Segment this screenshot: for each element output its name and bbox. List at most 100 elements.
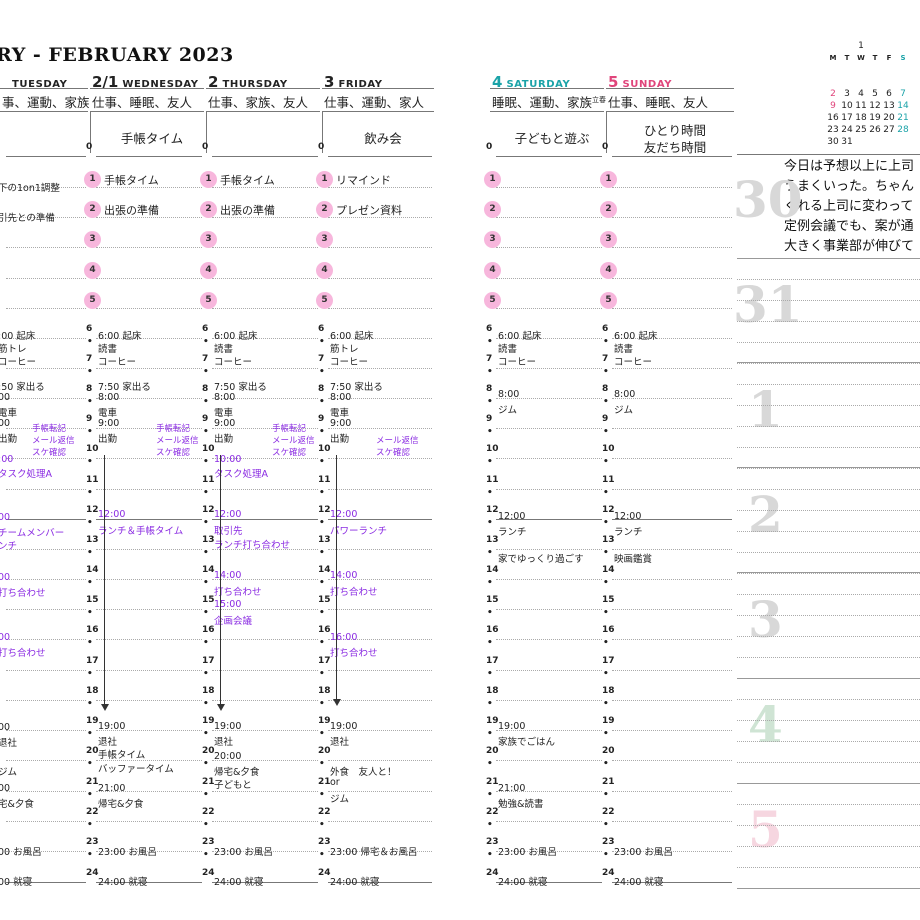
half-hour-dot: • bbox=[487, 790, 493, 800]
schedule-entry: 00 就寝 bbox=[0, 877, 33, 888]
task-item: 出張の準備 bbox=[220, 204, 275, 217]
half-hour-dot: • bbox=[487, 488, 493, 498]
hour-rule bbox=[212, 308, 318, 309]
calendar-day: 25 bbox=[855, 125, 867, 135]
schedule-entry: 10:00 bbox=[214, 454, 242, 465]
schedule-entry: 00 bbox=[0, 572, 11, 583]
day-header-rule-1 bbox=[90, 88, 204, 89]
hour-label: 17 bbox=[318, 656, 331, 666]
schedule-entry: 帰宅&夕食 bbox=[98, 799, 144, 810]
hour-circle: 1 bbox=[200, 171, 217, 188]
schedule-entry: 読書 bbox=[98, 344, 118, 355]
hour-label: 6 bbox=[486, 324, 493, 334]
hour-rule bbox=[612, 609, 732, 610]
schedule-entry: スケ確認 bbox=[272, 448, 307, 458]
half-hour-dot: • bbox=[603, 578, 609, 588]
mini-calendar-head: MTWTFS bbox=[826, 52, 910, 64]
schedule-entry: 電車 bbox=[214, 408, 234, 419]
calendar-day: 28 bbox=[897, 125, 909, 135]
half-hour-dot: • bbox=[487, 427, 493, 437]
schedule-entry: 12:00 bbox=[498, 511, 526, 522]
hour-rule bbox=[612, 428, 732, 429]
schedule-entry: 23:00 お風呂 bbox=[498, 847, 557, 858]
hour-circle: 4 bbox=[84, 262, 101, 279]
schedule-entry: 打ち合わせ bbox=[330, 587, 378, 598]
schedule-entry: 12:00 bbox=[98, 509, 126, 520]
journal-rule bbox=[737, 552, 920, 553]
hour-label: 8 bbox=[202, 384, 209, 394]
half-hour-dot: • bbox=[87, 699, 93, 709]
half-hour-dot: • bbox=[487, 548, 493, 558]
schedule-entry: ランチ＆手帳タイム bbox=[98, 526, 184, 537]
hour-label: 10 bbox=[86, 444, 99, 454]
schedule-entry: 8:00 bbox=[214, 392, 236, 403]
half-hour-dot: • bbox=[319, 367, 325, 377]
journal-day-rule bbox=[737, 362, 920, 363]
half-hour-dot: • bbox=[87, 608, 93, 618]
hour-circle: 2 bbox=[600, 201, 617, 218]
schedule-entry: 00 bbox=[0, 418, 11, 429]
journal-rule bbox=[737, 300, 920, 301]
half-hour-dot: • bbox=[319, 608, 325, 618]
hour-label: 13 bbox=[202, 535, 215, 545]
schedule-entry: 23:00 お風呂 bbox=[614, 847, 673, 858]
hour-rule bbox=[212, 700, 318, 701]
day-header-rule-3 bbox=[322, 88, 434, 89]
hour-label: 7 bbox=[318, 354, 325, 364]
hour-label: 16 bbox=[486, 625, 499, 635]
weekday-label: F bbox=[886, 54, 892, 62]
hour-rule bbox=[496, 579, 602, 580]
mini-calendar-week bbox=[826, 64, 910, 76]
hour-label: 19 bbox=[86, 716, 99, 726]
schedule-entry: 19:00 bbox=[330, 721, 358, 732]
half-hour-dot: • bbox=[319, 820, 325, 830]
calendar-day: 5 bbox=[872, 89, 878, 99]
hour-rule bbox=[328, 700, 432, 701]
hour-label: 22 bbox=[602, 807, 615, 817]
schedule-entry: 打ち合わせ bbox=[214, 587, 262, 598]
journal-top-rule bbox=[737, 154, 920, 155]
half-hour-dot: • bbox=[319, 699, 325, 709]
schedule-entry: 9:00 bbox=[98, 418, 120, 429]
journal-rule bbox=[737, 699, 920, 700]
hour-label: 18 bbox=[318, 686, 331, 696]
day-focus-5-1: 友だち時間 bbox=[643, 140, 707, 155]
hour-circle: 5 bbox=[316, 292, 333, 309]
hour-rule bbox=[496, 217, 602, 218]
hour-rule bbox=[96, 821, 202, 822]
calendar-day: 16 bbox=[827, 113, 839, 123]
schedule-entry: バッファータイム bbox=[98, 764, 174, 775]
hour-rule bbox=[96, 670, 202, 671]
schedule-entry: 外食 友人と！ bbox=[330, 767, 397, 778]
hour-label: 14 bbox=[486, 565, 499, 575]
hour-label: 19 bbox=[602, 716, 615, 726]
schedule-entry: 23:00 帰宅＆お風呂 bbox=[330, 847, 418, 858]
hour-label: 12 bbox=[486, 505, 499, 515]
day-header-rule-0 bbox=[0, 88, 88, 89]
half-hour-dot: • bbox=[603, 790, 609, 800]
hour-label: 14 bbox=[602, 565, 615, 575]
weekday-label: M bbox=[829, 54, 837, 62]
schedule-entry: スケ確認 bbox=[376, 448, 411, 458]
schedule-entry: 手帳タイム bbox=[98, 750, 146, 761]
hour-label: 11 bbox=[86, 475, 99, 485]
schedule-entry: 20:00 bbox=[214, 751, 242, 762]
task-item: 手帳タイム bbox=[104, 174, 159, 187]
hour-label: 9 bbox=[318, 414, 325, 424]
hour-rule bbox=[328, 308, 432, 309]
hour-circle: 2 bbox=[484, 201, 501, 218]
journal-rule bbox=[737, 279, 920, 280]
hour-rule bbox=[212, 489, 318, 490]
hour-label: 24 bbox=[486, 868, 499, 878]
schedule-entry: 電車 bbox=[98, 408, 118, 419]
journal-rule bbox=[737, 867, 920, 868]
journal-rule bbox=[737, 468, 920, 469]
calendar-day: 24 bbox=[841, 125, 853, 135]
hour-rule bbox=[96, 247, 202, 248]
schedule-entry: 取引先 bbox=[214, 526, 243, 537]
hour-rule bbox=[496, 308, 602, 309]
half-hour-dot: • bbox=[203, 488, 209, 498]
schedule-entry: 6:00 起床 bbox=[214, 331, 258, 342]
half-hour-dot: • bbox=[319, 638, 325, 648]
hour-circle: 1 bbox=[484, 171, 501, 188]
